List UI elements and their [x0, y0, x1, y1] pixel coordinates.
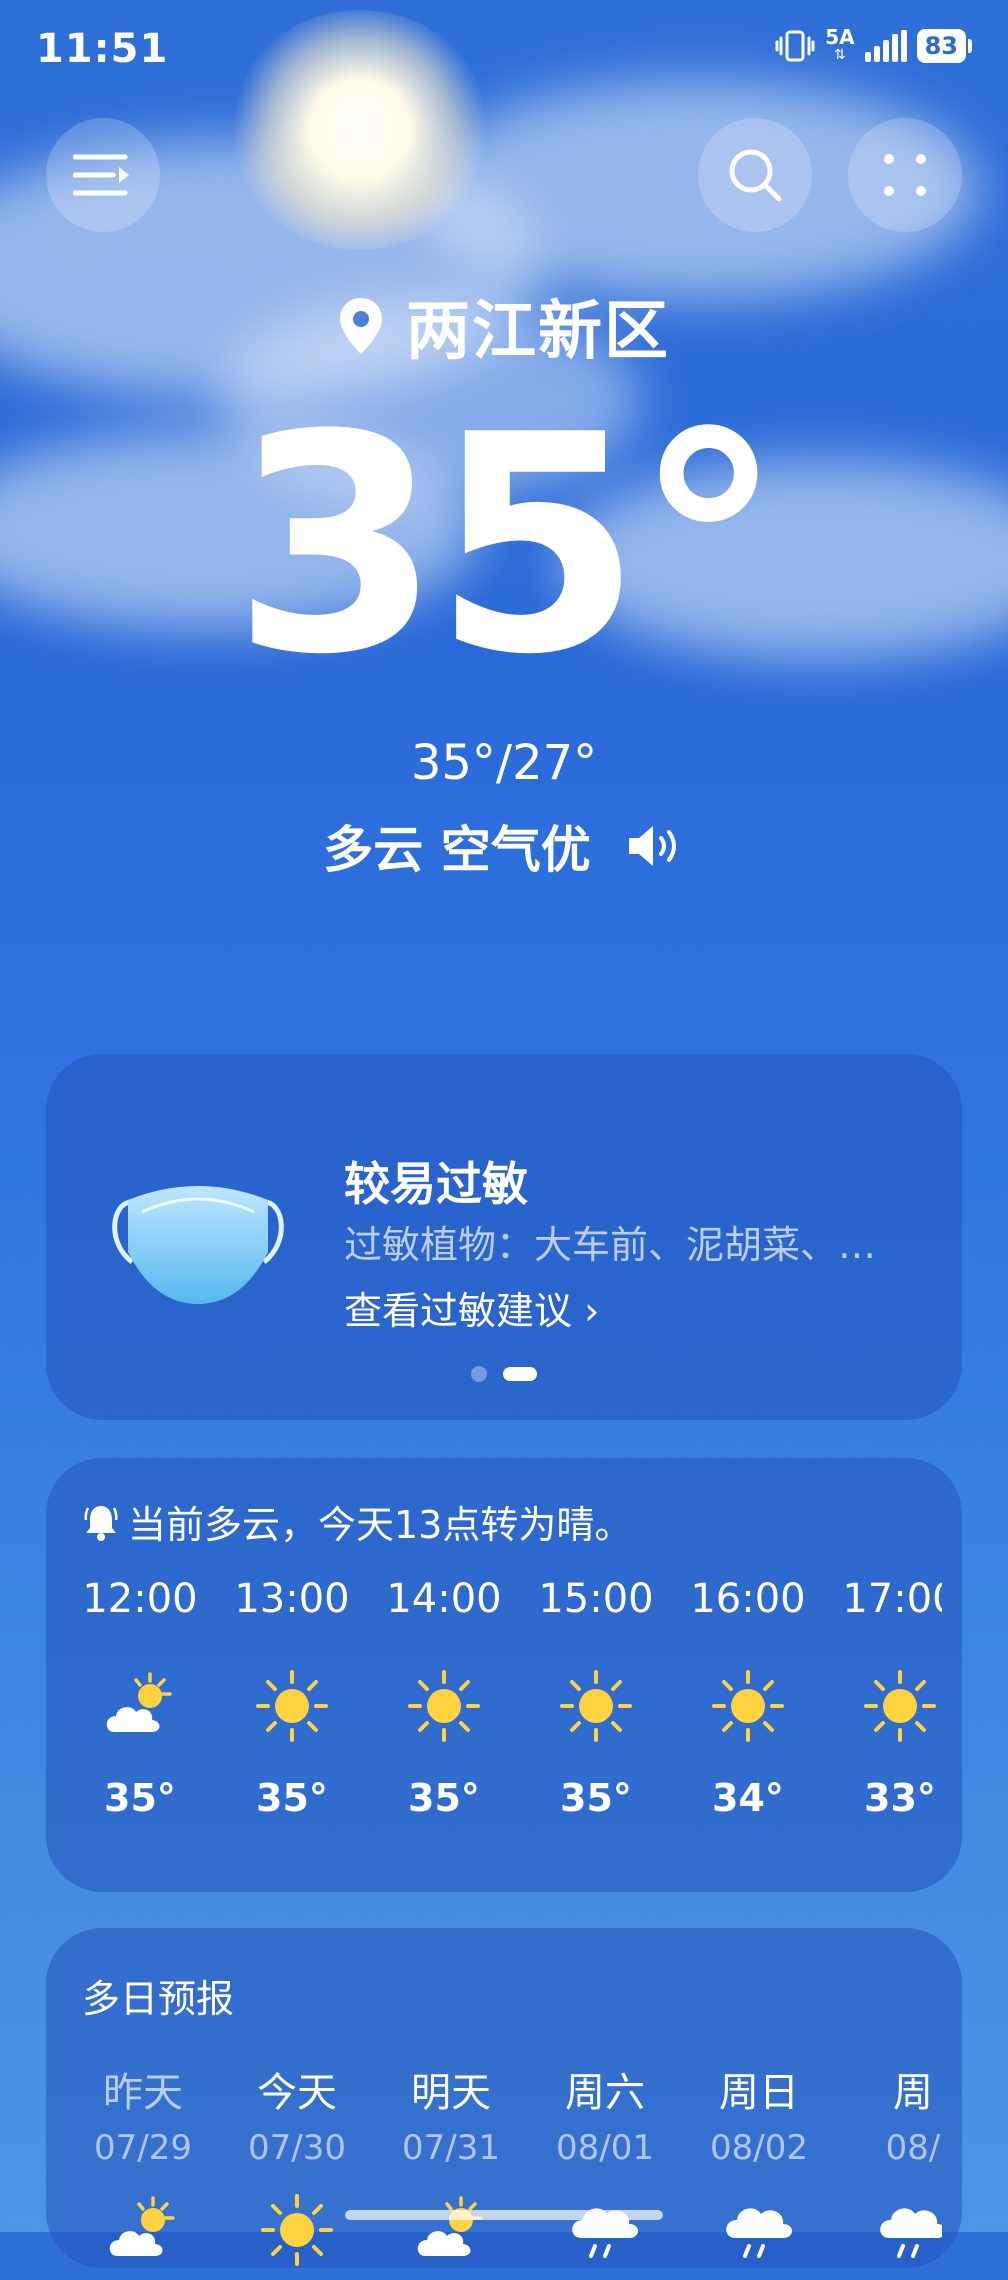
- forecast-day-label: 今天: [257, 2070, 337, 2116]
- hourly-forecast-card: 当前多云，今天13点转为晴。 12:00 35° 13:00 35° 14:00 35° 1…: [46, 1458, 962, 1892]
- partly-cloudy-icon: [411, 2190, 491, 2270]
- weather-condition: 多云 空气优: [323, 821, 591, 879]
- search-icon: [729, 149, 782, 202]
- sun-icon: [252, 1650, 332, 1762]
- sun-icon: [404, 1650, 484, 1762]
- signal-icon: [864, 30, 907, 62]
- forecast-day-label: 周日: [719, 2070, 799, 2116]
- forecast-day[interactable]: 今天 07/30: [220, 2060, 374, 2280]
- forecast-day[interactable]: 周日 08/02: [682, 2060, 836, 2280]
- hourly-list[interactable]: 12:00 35° 13:00 35° 14:00 35° 15:00 35° 16:00 34°…: [64, 1576, 942, 1856]
- hourly-item: 17:00 33°: [824, 1576, 942, 1856]
- status-time: 11:51: [36, 26, 169, 72]
- forecast-title: 多日预报: [82, 1977, 235, 2021]
- hour-temperature: 34°: [712, 1776, 784, 1820]
- search-button[interactable]: [698, 118, 812, 232]
- forecast-day-label: 周六: [565, 2070, 645, 2116]
- forecast-day-date: 07/30: [248, 2128, 346, 2168]
- hour-time: 13:00: [234, 1576, 350, 1622]
- temperature-range: 35°/27°: [410, 735, 598, 791]
- carousel-dot: [471, 1366, 487, 1382]
- vibrate-icon: [775, 30, 815, 62]
- carousel-indicator: [46, 1366, 962, 1382]
- weather-condition-row: 多云 空气优: [0, 810, 1008, 882]
- location-name: 两江新区: [406, 295, 670, 369]
- location-pin-icon: [340, 298, 382, 354]
- forecast-day[interactable]: 周 08/: [836, 2060, 942, 2280]
- hourly-item: 13:00 35°: [216, 1576, 368, 1856]
- bell-icon: [84, 1505, 118, 1541]
- allergy-card[interactable]: 较易过敏 过敏植物：大车前、泥胡菜、… 查看过敏建议 ›: [46, 1054, 962, 1420]
- sun-icon: [556, 1650, 636, 1762]
- forecast-day[interactable]: 周六 08/01: [528, 2060, 682, 2280]
- forecast-day-label: 周: [893, 2070, 933, 2116]
- rain-icon: [719, 2190, 799, 2270]
- rain-icon: [565, 2190, 645, 2270]
- data-arrows-icon: ⇅: [834, 47, 846, 63]
- sun-icon: [860, 1650, 940, 1762]
- allergy-title: 较易过敏: [344, 1157, 528, 1211]
- weather-notice-text: 当前多云，今天13点转为晴。: [128, 1503, 633, 1547]
- forecast-day-label: 昨天: [103, 2070, 183, 2116]
- hour-temperature: 33°: [864, 1776, 936, 1820]
- forecast-day[interactable]: 昨天 07/29: [66, 2060, 220, 2280]
- allergy-advice-link[interactable]: 查看过敏建议 ›: [344, 1280, 599, 1335]
- forecast-day-date: 08/: [885, 2128, 941, 2168]
- hour-time: 14:00: [386, 1576, 502, 1622]
- hour-temperature: 35°: [104, 1776, 176, 1820]
- carousel-dot-active: [503, 1367, 537, 1381]
- status-bar: 11:51 5A ⇅ 83: [36, 22, 972, 82]
- hour-temperature: 35°: [560, 1776, 632, 1820]
- hour-time: 17:00: [842, 1576, 942, 1622]
- hour-time: 15:00: [538, 1576, 654, 1622]
- forecast-day-date: 07/31: [402, 2128, 500, 2168]
- more-button[interactable]: [848, 118, 962, 232]
- location-header[interactable]: 两江新区: [0, 280, 1008, 372]
- face-mask-icon: [112, 1186, 284, 1304]
- sun-icon: [257, 2190, 337, 2270]
- hour-time: 12:00: [82, 1576, 198, 1622]
- hourly-item: 14:00 35°: [368, 1576, 520, 1856]
- weather-notice: 当前多云，今天13点转为晴。: [84, 1494, 632, 1549]
- rain-icon: [873, 2190, 942, 2270]
- hour-time: 16:00: [690, 1576, 806, 1622]
- hourly-item: 12:00 35°: [64, 1576, 216, 1856]
- forecast-day-date: 07/29: [94, 2128, 192, 2168]
- grid-dots-icon: [884, 154, 926, 196]
- menu-icon: [73, 154, 129, 196]
- hour-temperature: 35°: [408, 1776, 480, 1820]
- battery-icon: 83: [916, 29, 972, 63]
- menu-button[interactable]: [46, 118, 160, 232]
- hourly-item: 16:00 34°: [672, 1576, 824, 1856]
- forecast-day-list[interactable]: 昨天 07/29 今天 07/30 明天 07/31 周六 08/01 周日 08/02 周 08/: [66, 2060, 942, 2280]
- home-indicator[interactable]: [345, 2210, 663, 2220]
- network-type: 5A: [825, 25, 855, 49]
- hourly-item: 15:00 35°: [520, 1576, 672, 1856]
- forecast-day-label: 明天: [411, 2070, 491, 2116]
- forecast-day-date: 08/02: [710, 2128, 808, 2168]
- partly-cloudy-icon: [103, 2190, 183, 2270]
- speaker-icon[interactable]: [625, 822, 685, 870]
- battery-level: 83: [916, 29, 966, 63]
- forecast-day[interactable]: 明天 07/31: [374, 2060, 528, 2280]
- sun-icon: [708, 1650, 788, 1762]
- allergy-plants: 过敏植物：大车前、泥胡菜、…: [344, 1223, 877, 1267]
- hour-temperature: 35°: [256, 1776, 328, 1820]
- current-temperature: 35°: [232, 371, 783, 720]
- forecast-day-date: 08/01: [556, 2128, 654, 2168]
- partly-cloudy-icon: [100, 1650, 180, 1762]
